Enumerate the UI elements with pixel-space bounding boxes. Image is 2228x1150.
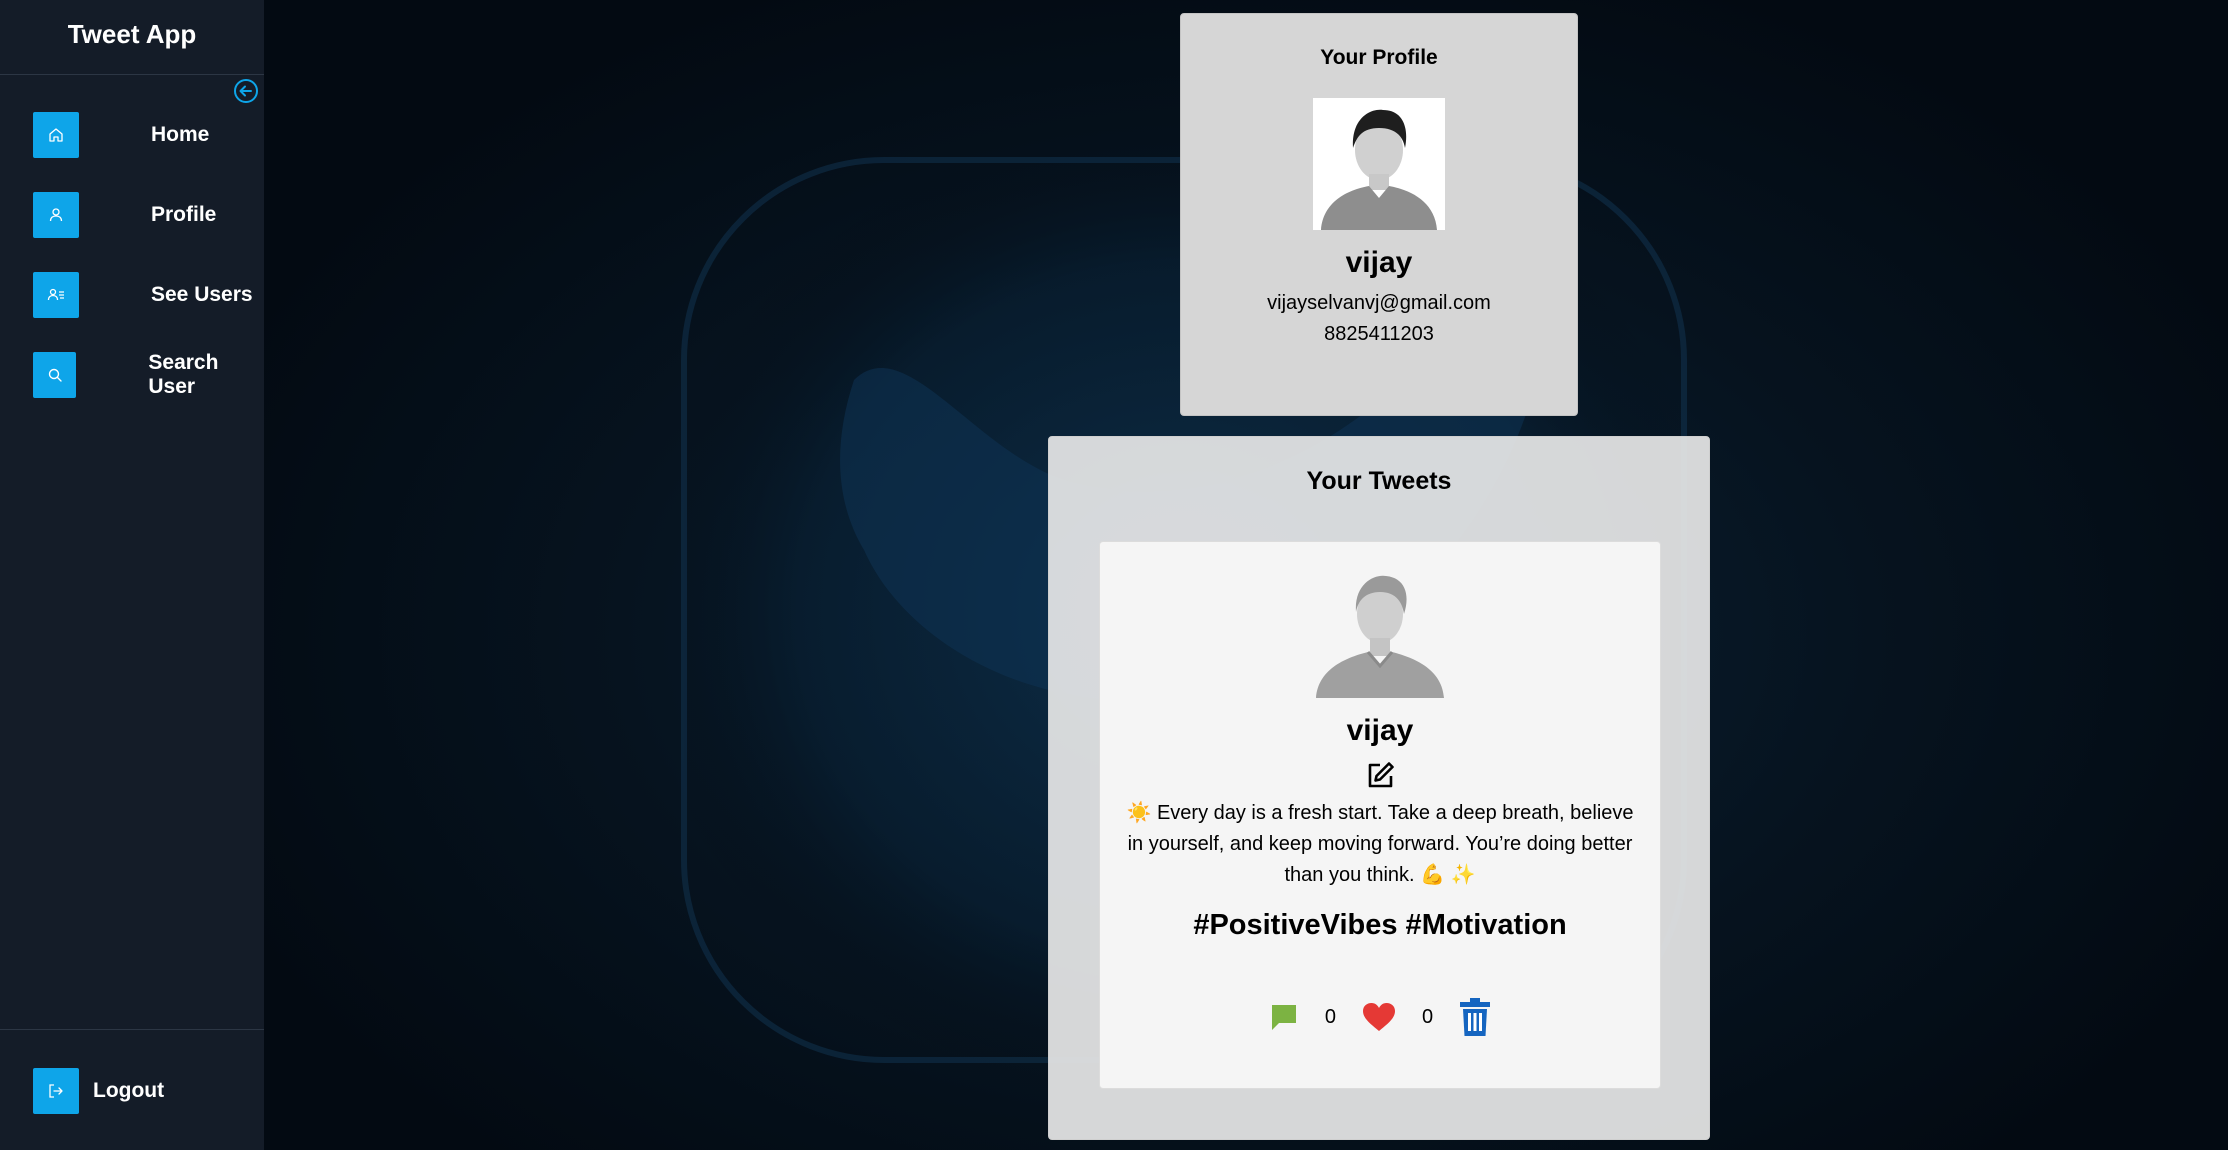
sidebar: Tweet App Home Profile See Users Search …	[0, 0, 264, 1150]
logout-icon	[33, 1068, 79, 1114]
profile-card-title: Your Profile	[1320, 46, 1438, 69]
tweet-actions: 0 0	[1100, 998, 1660, 1036]
tweet-avatar	[1314, 566, 1446, 698]
logout-button[interactable]: Logout	[33, 1068, 164, 1114]
avatar	[1313, 98, 1445, 230]
sidebar-item-home[interactable]: Home	[0, 112, 264, 158]
profile-card: Your Profile vijay vijayselvanvj@gmail.c…	[1180, 13, 1578, 416]
logout-label: Logout	[93, 1079, 165, 1102]
sidebar-item-profile[interactable]: Profile	[0, 192, 264, 238]
user-icon	[33, 192, 79, 238]
tweet-username: vijay	[1346, 714, 1414, 747]
sidebar-item-search-user[interactable]: Search User	[0, 351, 264, 398]
tweet-hashtags: #PositiveVibes #Motivation	[1193, 909, 1567, 941]
search-icon	[33, 352, 77, 398]
sidebar-footer: Logout	[0, 1029, 264, 1150]
home-icon	[33, 112, 79, 158]
like-count: 0	[1422, 1005, 1434, 1028]
tweets-panel: Your Tweets vijay ☀️ Every day is a fres…	[1048, 436, 1710, 1140]
sidebar-item-label: Profile	[151, 203, 217, 226]
comment-count: 0	[1324, 1005, 1336, 1028]
sidebar-item-see-users[interactable]: See Users	[0, 272, 264, 318]
profile-name: vijay	[1345, 246, 1413, 279]
main-content: Your Profile vijay vijayselvanvj@gmail.c…	[264, 0, 2228, 1150]
tweets-title: Your Tweets	[1306, 467, 1452, 495]
trash-icon[interactable]	[1459, 998, 1491, 1036]
users-list-icon	[33, 272, 79, 318]
profile-email: vijayselvanvj@gmail.com	[1267, 292, 1491, 314]
comment-icon[interactable]	[1269, 1002, 1299, 1032]
collapse-sidebar-icon[interactable]	[233, 78, 259, 104]
heart-icon[interactable]	[1362, 1002, 1396, 1032]
sidebar-item-label: See Users	[151, 283, 253, 306]
sidebar-nav: Home Profile See Users Search User	[0, 112, 264, 432]
sidebar-item-label: Home	[151, 123, 210, 146]
app-title: Tweet App	[0, 0, 264, 75]
tweet-text: ☀️ Every day is a fresh start. Take a de…	[1126, 802, 1634, 886]
sidebar-item-label: Search User	[148, 351, 219, 398]
profile-phone: 8825411203	[1324, 323, 1434, 345]
tweet-card: vijay ☀️ Every day is a fresh start. Tak…	[1099, 541, 1661, 1089]
edit-icon[interactable]	[1364, 760, 1396, 792]
